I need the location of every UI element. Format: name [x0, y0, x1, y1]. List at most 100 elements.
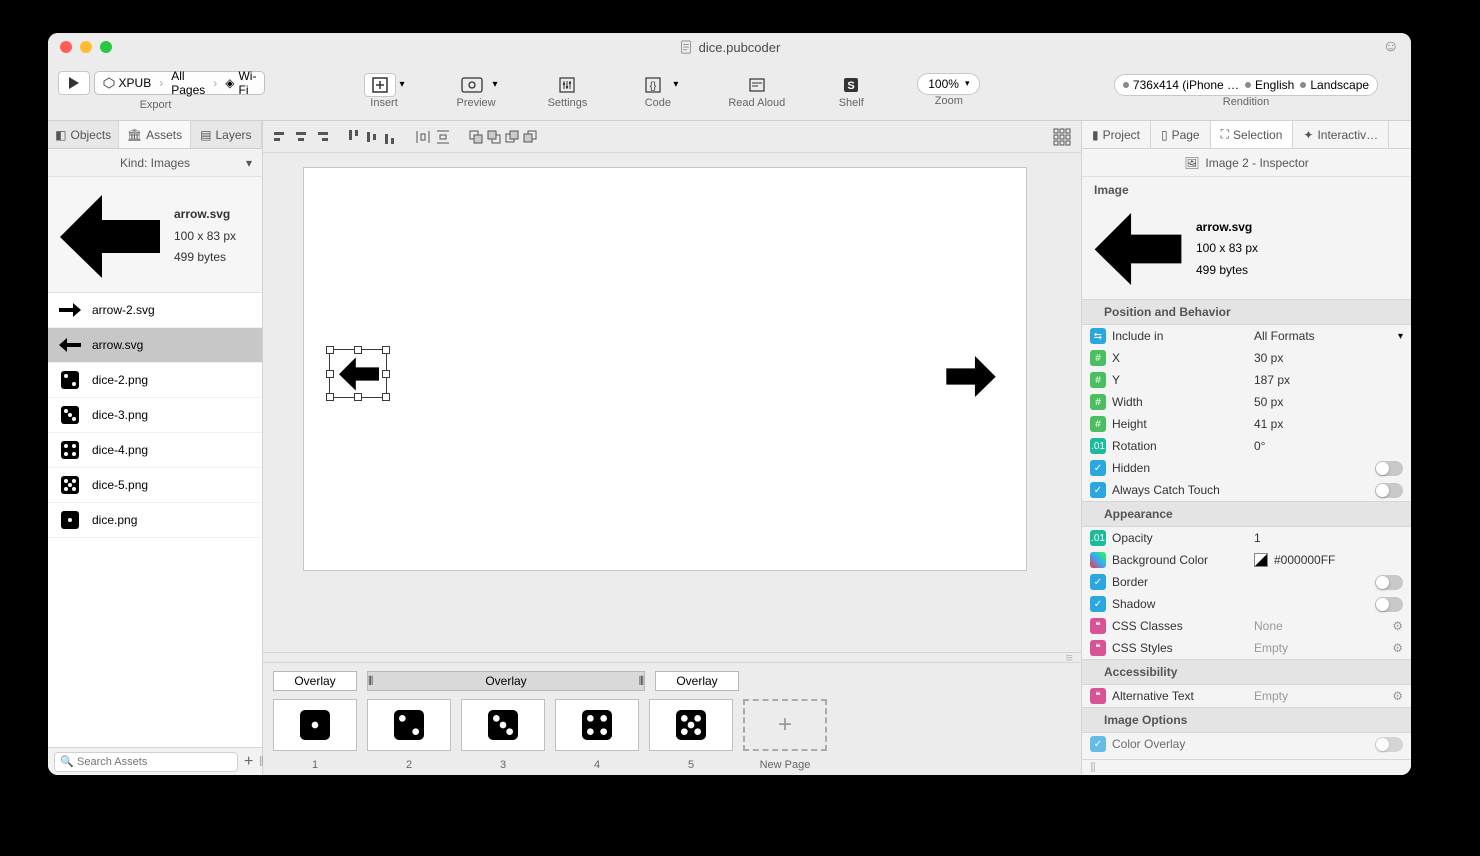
prop-opacity[interactable]: .01Opacity1	[1082, 527, 1411, 549]
prop-include-in[interactable]: ⇆Include inAll Formats▾	[1082, 325, 1411, 347]
page-thumb-2[interactable]	[367, 699, 451, 751]
add-asset-button[interactable]: +	[244, 753, 253, 771]
prop-catch-touch[interactable]: ✓Always Catch Touch	[1082, 479, 1411, 501]
grid-icon[interactable]	[1053, 128, 1071, 146]
prop-y[interactable]: #Y187 px	[1082, 369, 1411, 391]
preview-dropdown[interactable]: ▾	[493, 79, 498, 90]
asset-preview: arrow.svg 100 x 83 px 499 bytes	[48, 177, 262, 293]
asset-row[interactable]: dice.png	[48, 503, 262, 538]
page-thumb-1[interactable]	[273, 699, 357, 751]
gear-icon[interactable]: ⚙	[1392, 641, 1403, 655]
prop-alt-text[interactable]: ❝Alternative TextEmpty⚙	[1082, 685, 1411, 707]
prop-css-styles[interactable]: ❝CSS StylesEmpty⚙	[1082, 637, 1411, 659]
overlay-tab-active[interactable]: ⦀Overlay⦀	[367, 671, 645, 691]
titlebar: dice.pubcoder ☺	[48, 33, 1411, 61]
prop-border[interactable]: ✓Border	[1082, 571, 1411, 593]
toggle-border[interactable]	[1375, 575, 1403, 590]
search-assets-input[interactable]	[54, 752, 238, 772]
shelf-button[interactable]: S	[835, 73, 867, 97]
asset-row[interactable]: dice-2.png	[48, 363, 262, 398]
page-thumb-4[interactable]	[555, 699, 639, 751]
new-page-button[interactable]: +	[743, 699, 827, 751]
export-label: Export	[140, 99, 172, 111]
arrange-icon[interactable]	[523, 130, 537, 144]
arrow-left-icon	[339, 357, 379, 391]
toggle-shadow[interactable]	[1375, 597, 1403, 612]
toggle-hidden[interactable]	[1375, 461, 1403, 476]
play-button[interactable]	[58, 71, 90, 95]
align-bottom-icon[interactable]	[383, 129, 397, 145]
preview-dims: 100 x 83 px	[174, 226, 236, 248]
insert-dropdown[interactable]: ▾	[400, 79, 405, 90]
canvas[interactable]	[303, 167, 1027, 571]
tab-objects[interactable]: ◧Objects	[48, 121, 119, 148]
prop-width[interactable]: #Width50 px	[1082, 391, 1411, 413]
read-aloud-button[interactable]	[741, 73, 773, 97]
overlay-tab[interactable]: Overlay	[273, 671, 357, 691]
page-thumb-5[interactable]	[649, 699, 733, 751]
prop-rotation[interactable]: .01Rotation0°	[1082, 435, 1411, 457]
insert-button[interactable]	[364, 73, 396, 97]
svg-text:S: S	[848, 80, 855, 92]
help-icon[interactable]: ☺	[1383, 38, 1399, 56]
distribute-v-icon[interactable]	[435, 129, 451, 145]
inspector-footer-grip[interactable]: ⦀	[1082, 759, 1411, 775]
preview-button[interactable]	[455, 73, 489, 97]
asset-list: arrow-2.svg arrow.svg dice-2.png dice-3.…	[48, 293, 262, 747]
arrange-icon[interactable]	[487, 130, 501, 144]
toggle-catch[interactable]	[1375, 483, 1403, 498]
prop-bgcolor[interactable]: Background Color#000000FF	[1082, 549, 1411, 571]
arrow-left-icon	[60, 195, 160, 278]
code-button[interactable]: {}	[637, 73, 669, 97]
asset-row-selected[interactable]: arrow.svg	[48, 328, 262, 363]
align-top-icon[interactable]	[347, 129, 361, 145]
arrange-icon[interactable]	[469, 130, 483, 144]
document-icon	[679, 40, 693, 54]
prop-height[interactable]: #Height41 px	[1082, 413, 1411, 435]
asset-row[interactable]: dice-5.png	[48, 468, 262, 503]
search-icon: 🔍	[60, 755, 74, 768]
prop-color-overlay[interactable]: ✓Color Overlay	[1082, 733, 1411, 755]
page-thumb-3[interactable]	[461, 699, 545, 751]
asset-row[interactable]: dice-4.png	[48, 433, 262, 468]
arrange-icon[interactable]	[505, 130, 519, 144]
color-swatch[interactable]	[1254, 553, 1268, 567]
arrow-right-icon[interactable]	[946, 356, 996, 397]
settings-button[interactable]	[551, 73, 583, 97]
svg-text:{}: {}	[650, 81, 657, 92]
export-path[interactable]: XPUB › All Pages › ◈Wi-Fi	[94, 71, 266, 95]
tab-selection[interactable]: ⛶Selection	[1211, 121, 1294, 148]
tab-page[interactable]: ▯Page	[1151, 121, 1211, 148]
toggle-overlay[interactable]	[1375, 737, 1403, 752]
selected-object[interactable]	[329, 349, 387, 398]
zoom-selector[interactable]: 100%▾	[917, 73, 980, 95]
prop-x[interactable]: #X30 px	[1082, 347, 1411, 369]
preview-name: arrow.svg	[174, 204, 236, 226]
align-left-icon[interactable]	[273, 129, 289, 145]
align-center-icon[interactable]	[293, 129, 309, 145]
align-middle-icon[interactable]	[365, 129, 379, 145]
asset-row[interactable]: dice-3.png	[48, 398, 262, 433]
toolbar: XPUB › All Pages › ◈Wi-Fi Export ▾ Inser…	[48, 61, 1411, 121]
gear-icon[interactable]: ⚙	[1392, 619, 1403, 633]
tab-layers[interactable]: ▤Layers	[191, 121, 262, 148]
align-right-icon[interactable]	[313, 129, 329, 145]
prop-shadow[interactable]: ✓Shadow	[1082, 593, 1411, 615]
asset-row[interactable]: arrow-2.svg	[48, 293, 262, 328]
alignment-toolbar	[263, 121, 1081, 153]
gear-icon[interactable]: ⚙	[1392, 689, 1403, 703]
tab-assets[interactable]: 🏛Assets	[119, 121, 190, 148]
tab-interactivity[interactable]: ✦Interactiv…	[1293, 121, 1389, 148]
distribute-h-icon[interactable]	[415, 129, 431, 145]
overlay-tab[interactable]: Overlay	[655, 671, 739, 691]
prop-css-classes[interactable]: ❝CSS ClassesNone⚙	[1082, 615, 1411, 637]
kind-filter[interactable]: Kind: Images▾	[48, 149, 262, 177]
picture-icon: 🖼	[1184, 156, 1199, 170]
tab-project[interactable]: ▮Project	[1082, 121, 1151, 148]
code-dropdown[interactable]: ▾	[673, 79, 678, 90]
preview-size: 499 bytes	[174, 247, 236, 269]
prop-hidden[interactable]: ✓Hidden	[1082, 457, 1411, 479]
splitter-handle[interactable]: ≡	[263, 652, 1081, 662]
window-title: dice.pubcoder	[699, 40, 781, 55]
rendition-selector[interactable]: 736x414 (iPhone … English Landscape	[1114, 74, 1378, 96]
